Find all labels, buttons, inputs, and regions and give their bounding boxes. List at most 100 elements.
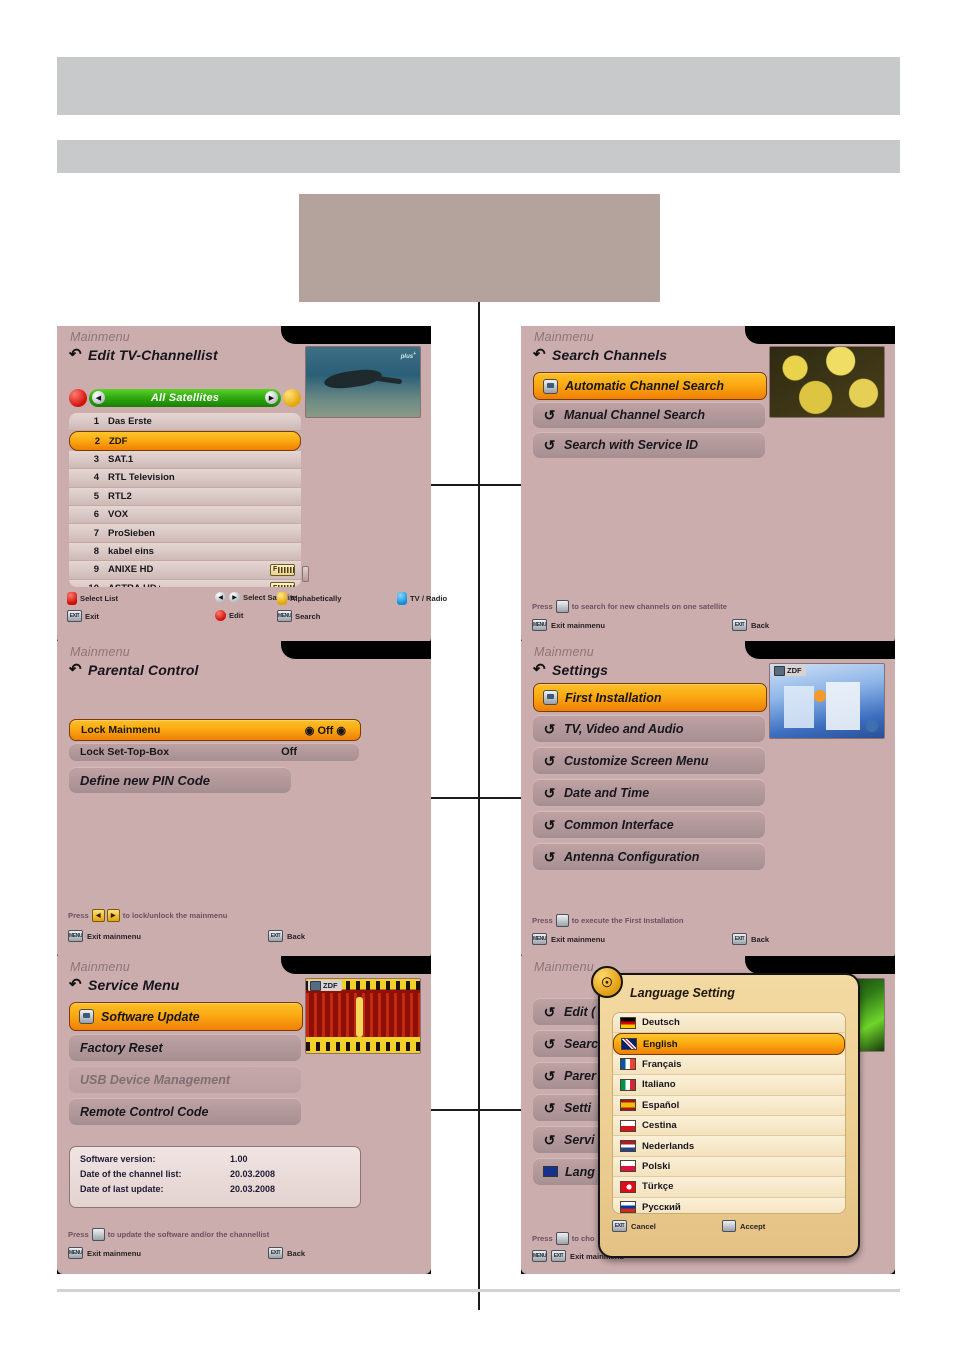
channel-row[interactable]: 4 RTL Television (69, 469, 301, 488)
yellow-color-key[interactable] (283, 389, 301, 407)
channel-row[interactable]: 9 ANIXE HD F (69, 561, 301, 580)
menu-item-value: ◉ Off ◉ (304, 724, 346, 737)
right-arrow-icon[interactable]: ▶ (229, 592, 240, 603)
panel-kicker: Mainmenu (70, 330, 130, 344)
dialog-footer-item[interactable]: Accept (722, 1220, 765, 1232)
footer-item[interactable]: MENU Exit mainmenu (68, 930, 141, 942)
panel-title: Settings (552, 662, 609, 678)
menu-key-icon[interactable]: MENU (68, 930, 83, 942)
dialog-footer-label: Cancel (631, 1221, 656, 1231)
menu-key-icon[interactable]: MENU (532, 1250, 547, 1262)
back-arrow-icon[interactable]: ↶ (69, 662, 82, 677)
legend-item[interactable]: MENU Search (277, 610, 320, 622)
yellow-color-key[interactable] (277, 592, 287, 605)
footer-item[interactable]: MENU Exit mainmenu (532, 619, 605, 631)
channel-row[interactable]: 5 RTL2 (69, 487, 301, 506)
back-arrow-icon[interactable]: ↶ (69, 977, 82, 992)
right-arrow-icon[interactable]: ▶ (265, 391, 278, 404)
dialog-title: Language Setting (630, 986, 735, 1000)
language-row[interactable]: Cestina (613, 1115, 845, 1137)
channel-row[interactable]: 6 VOX (69, 505, 301, 525)
menu-item[interactable]: ↺ Date and Time (533, 779, 765, 806)
menu-item[interactable]: USB Device Management (69, 1066, 301, 1093)
language-row[interactable]: Türkçe (613, 1177, 845, 1198)
footer-item[interactable]: MENU Exit mainmenu (68, 1247, 141, 1259)
menu-item[interactable]: ↺ TV, Video and Audio (533, 715, 765, 742)
language-row[interactable]: Deutsch (613, 1013, 845, 1034)
menu-key-icon[interactable]: MENU (532, 619, 547, 631)
language-list[interactable]: Deutsch English Français Italiano Español Ces… (612, 1012, 846, 1214)
footer-item[interactable]: EXIT Back (268, 1247, 305, 1259)
exit-key[interactable]: EXIT (67, 610, 82, 622)
exit-key-icon[interactable]: EXIT (551, 1250, 566, 1262)
back-arrow-icon[interactable]: ↶ (533, 347, 546, 362)
red-color-key[interactable] (67, 592, 77, 605)
menu-item[interactable]: Lock Mainmenu ◉ Off ◉ (69, 719, 361, 741)
menu-item[interactable]: ↺ Search with Service ID (533, 432, 765, 458)
exit-key-icon[interactable]: EXIT (732, 933, 747, 945)
menu-item[interactable]: Define new PIN Code (69, 767, 291, 793)
red-circle-key[interactable] (215, 610, 226, 621)
footer-item[interactable]: EXIT Back (732, 933, 769, 945)
legend-item[interactable]: TV / Radio (397, 592, 447, 605)
legend-item[interactable]: EXIT Exit (67, 610, 99, 622)
footer-item[interactable]: EXIT Back (268, 930, 305, 942)
ok-key-icon (555, 600, 569, 613)
language-row[interactable]: Nederlands (613, 1136, 845, 1157)
language-row[interactable]: English (613, 1033, 845, 1055)
language-row[interactable]: Polski (613, 1156, 845, 1178)
legend-item[interactable]: Alphabetically (277, 592, 341, 605)
menu-key-icon[interactable]: MENU (532, 933, 547, 945)
legend-item[interactable]: Select List (67, 592, 118, 605)
footer-item[interactable]: MENU Exit mainmenu (532, 933, 605, 945)
legend-item[interactable]: Edit (215, 610, 243, 621)
menu-item[interactable]: Lock Set-Top-Box Off (69, 743, 359, 761)
channel-row[interactable]: 8 kabel eins (69, 542, 301, 562)
hint-prefix: Press (532, 1234, 553, 1243)
legend-label: Exit (85, 611, 99, 621)
exit-key-icon[interactable]: EXIT (268, 1247, 283, 1259)
menu-item[interactable]: Software Update (69, 1002, 303, 1031)
exit-key-icon[interactable]: EXIT (612, 1220, 627, 1232)
menu-item[interactable]: Automatic Channel Search (533, 372, 767, 400)
menu-item[interactable]: ↺ Manual Channel Search (533, 402, 765, 428)
back-arrow-icon[interactable]: ↶ (69, 347, 82, 362)
hint-suffix: to cho (571, 1234, 595, 1243)
channel-row[interactable]: 2 ZDF (69, 431, 301, 451)
page-header-bar-primary (57, 57, 900, 115)
dialog-footer-item[interactable]: EXIT Cancel (612, 1220, 656, 1232)
satellite-selector[interactable]: All Satellites ◀ ▶ (69, 388, 301, 408)
menu-key[interactable]: MENU (277, 610, 292, 622)
language-row[interactable]: Français (613, 1054, 845, 1076)
menu-item[interactable]: Factory Reset (69, 1034, 301, 1061)
menu-item[interactable]: ↺ Common Interface (533, 811, 765, 838)
menu-item[interactable]: ↺ Customize Screen Menu (533, 747, 765, 774)
blue-color-key[interactable] (397, 592, 407, 605)
channel-row[interactable]: 10 ASTRA HD+ F (69, 579, 301, 587)
menu-item[interactable]: First Installation (533, 683, 767, 712)
exit-key-icon[interactable]: EXIT (732, 619, 747, 631)
back-arrow-icon[interactable]: ↶ (533, 662, 546, 677)
channel-list[interactable]: 1 Das Erste 2 ZDF 3 SAT.1 4 RTL Television 5 RTL2… (69, 413, 301, 587)
back-arrow-icon: ↺ (543, 720, 556, 737)
menu-item[interactable]: ↺ Antenna Configuration (533, 843, 765, 870)
channel-row[interactable]: 1 Das Erste (69, 413, 301, 432)
exit-key-icon[interactable]: EXIT (268, 930, 283, 942)
footer-item[interactable]: EXIT Back (732, 619, 769, 631)
channel-name: ZDF (323, 981, 338, 990)
ok-key-icon (79, 1009, 94, 1024)
menu-item[interactable]: Remote Control Code (69, 1098, 301, 1125)
channel-row[interactable]: 3 SAT.1 (69, 450, 301, 470)
ok-key-icon[interactable] (722, 1220, 736, 1232)
channel-row[interactable]: 7 ProSieben (69, 524, 301, 543)
scrollbar-thumb[interactable] (302, 566, 309, 582)
menu-key-icon[interactable]: MENU (68, 1247, 83, 1259)
left-arrow-icon[interactable]: ◀ (92, 391, 105, 404)
language-row[interactable]: Español (613, 1095, 845, 1116)
language-row[interactable]: Italiano (613, 1075, 845, 1096)
red-color-key[interactable] (69, 389, 87, 407)
left-arrow-icon[interactable]: ◀ (215, 592, 226, 603)
nl-flag-icon (620, 1140, 636, 1153)
satellite-name-bar[interactable]: All Satellites (89, 389, 281, 407)
language-row[interactable]: Русский (613, 1197, 845, 1213)
